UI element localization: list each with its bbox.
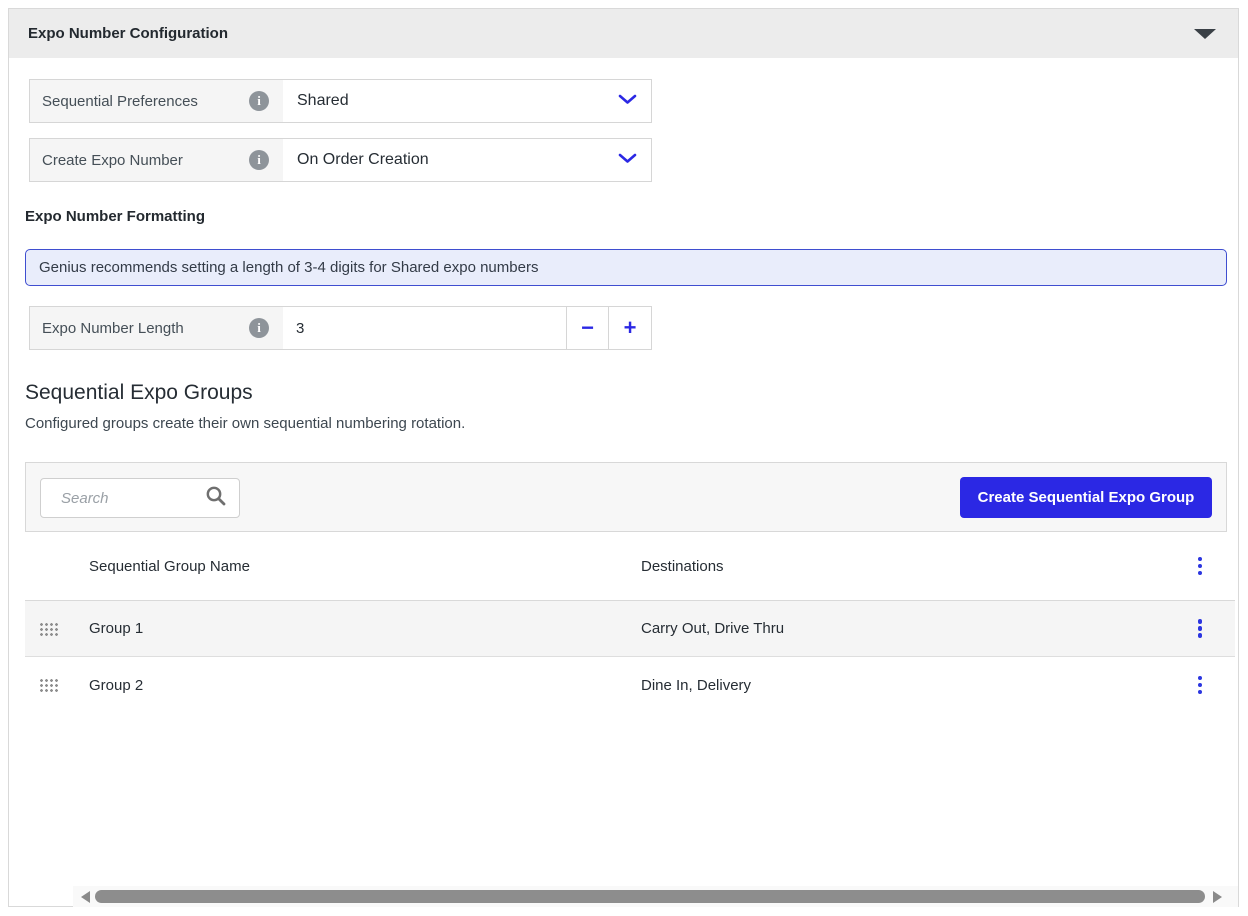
info-icon[interactable]: i [249,91,269,111]
destinations-column-header: Destinations [641,558,1165,575]
expo-number-length-input[interactable]: 3 [283,307,566,349]
destinations-cell: Carry Out, Drive Thru [641,620,1165,637]
recommendation-banner: Genius recommends setting a length of 3-… [25,249,1227,286]
groups-section-subtext: Configured groups create their own seque… [25,415,465,432]
chevron-down-icon [618,151,637,169]
table-row: Group 1 Carry Out, Drive Thru [25,601,1235,657]
kebab-menu-icon[interactable] [1195,673,1206,698]
sequential-preferences-value: Shared [297,92,349,110]
formatting-heading: Expo Number Formatting [25,208,205,225]
drag-handle-icon[interactable] [39,678,58,692]
create-expo-number-field: Create Expo Number i On Order Creation [29,138,652,182]
row-menu-cell [1165,616,1235,641]
decrement-button[interactable]: − [566,307,608,349]
create-expo-number-dropdown[interactable]: On Order Creation [283,139,651,181]
create-sequential-expo-group-button[interactable]: Create Sequential Expo Group [960,477,1212,518]
increment-button[interactable]: + [608,307,651,349]
expo-config-panel: Expo Number Configuration Sequential Pre… [8,8,1239,907]
expo-number-length-field: Expo Number Length i 3 − + [29,306,652,350]
table-row: Group 2 Dine In, Delivery [25,657,1235,713]
expo-number-length-label-cell: Expo Number Length i [30,307,283,349]
sequential-preferences-label: Sequential Preferences [42,93,198,110]
accordion-header[interactable]: Expo Number Configuration [9,9,1238,58]
info-icon[interactable]: i [249,318,269,338]
scroll-right-arrow-icon[interactable] [1213,891,1222,903]
sequential-preferences-field: Sequential Preferences i Shared [29,79,652,123]
sequential-preferences-label-cell: Sequential Preferences i [30,80,283,122]
sequential-groups-table: Sequential Group Name Destinations Group… [25,532,1235,713]
expo-number-length-value: 3 [296,320,304,337]
groups-toolbar: Create Sequential Expo Group [25,462,1227,532]
info-icon[interactable]: i [249,150,269,170]
group-name-cell: Group 1 [89,620,641,637]
horizontal-scrollbar[interactable] [73,886,1238,907]
recommendation-text: Genius recommends setting a length of 3-… [39,259,538,276]
scrollbar-thumb[interactable] [95,890,1205,903]
collapse-chevron-icon[interactable] [1194,29,1216,39]
kebab-menu-icon[interactable] [1195,554,1206,579]
create-expo-number-label-cell: Create Expo Number i [30,139,283,181]
create-expo-number-value: On Order Creation [297,151,429,169]
chevron-down-icon [618,92,637,110]
search-input[interactable] [41,490,205,507]
table-header-row: Sequential Group Name Destinations [25,532,1235,601]
sequential-preferences-dropdown[interactable]: Shared [283,80,651,122]
groups-section-heading: Sequential Expo Groups [25,381,253,405]
panel-title: Expo Number Configuration [28,25,228,42]
expo-number-length-label: Expo Number Length [42,320,184,337]
create-expo-number-label: Create Expo Number [42,152,183,169]
search-box[interactable] [40,478,240,518]
search-icon [205,485,227,512]
destinations-cell: Dine In, Delivery [641,677,1165,694]
row-handle-cell [25,622,89,636]
scroll-left-arrow-icon[interactable] [81,891,90,903]
table-header-menu-cell [1165,554,1235,579]
group-name-column-header: Sequential Group Name [89,558,641,575]
kebab-menu-icon[interactable] [1195,616,1206,641]
row-menu-cell [1165,673,1235,698]
group-name-cell: Group 2 [89,677,641,694]
drag-handle-icon[interactable] [39,622,58,636]
row-handle-cell [25,678,89,692]
